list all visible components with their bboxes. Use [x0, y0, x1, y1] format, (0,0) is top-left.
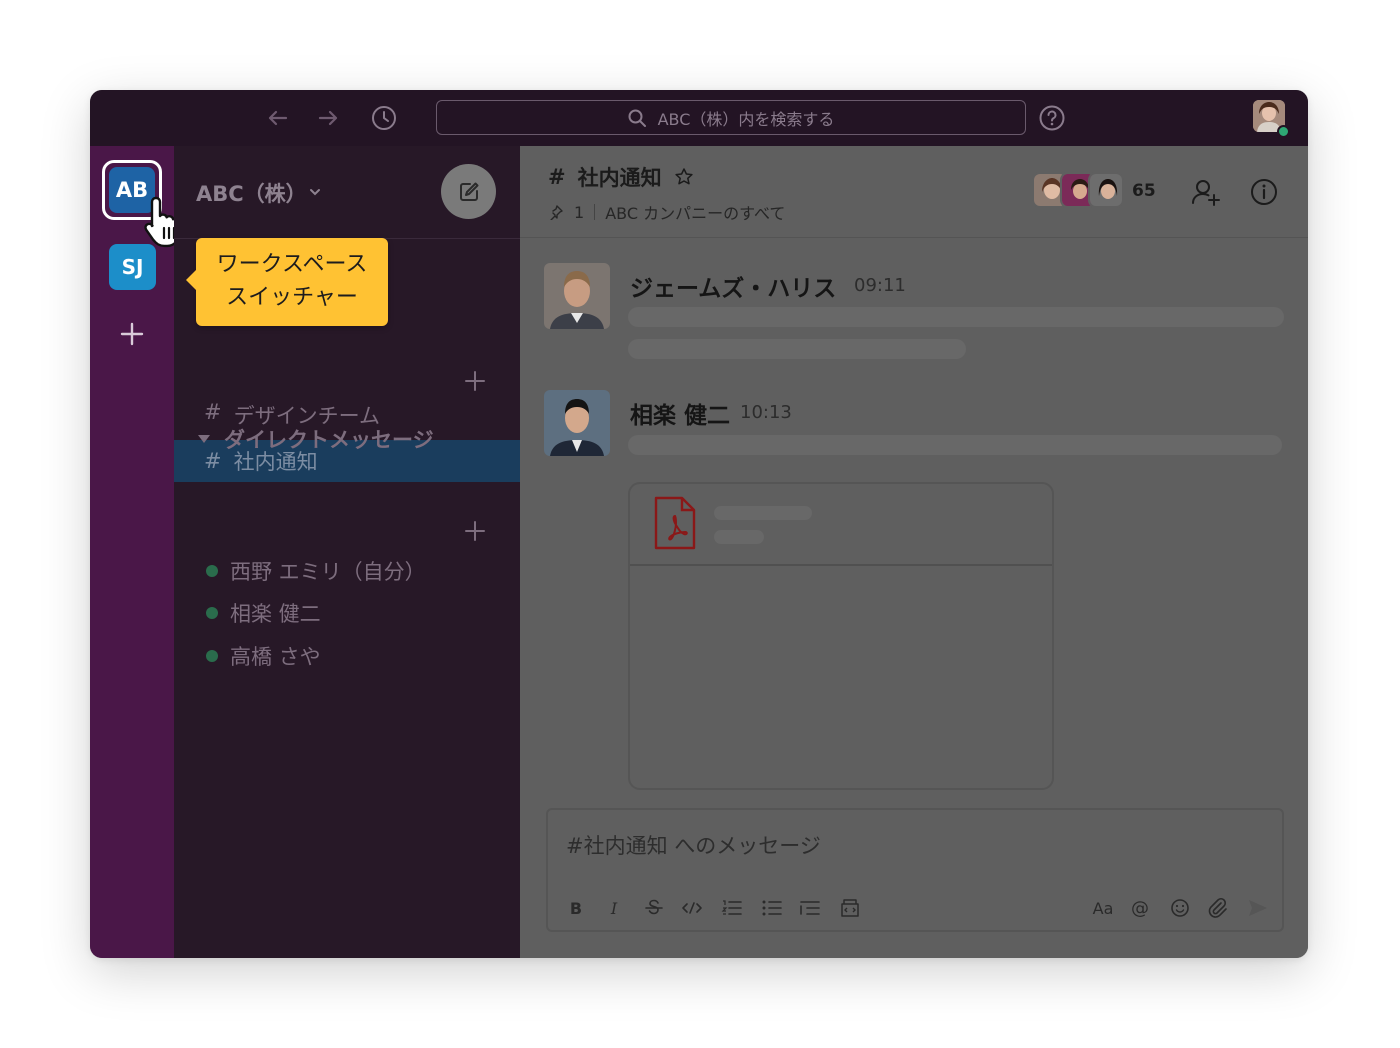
dm-item-takahashi[interactable]: 高橋 さや — [174, 636, 520, 676]
presence-indicator — [1277, 125, 1290, 138]
hash-icon: # — [204, 400, 222, 424]
channel-name: 社内通知 — [577, 166, 662, 190]
tooltip-line-1: ワークスペース — [216, 252, 368, 277]
arrow-right-icon[interactable] — [314, 104, 342, 132]
bullet-list-icon[interactable] — [758, 894, 786, 922]
add-member-icon[interactable] — [1190, 176, 1222, 208]
indent-icon[interactable] — [796, 894, 824, 922]
hash-icon: # — [548, 165, 566, 189]
slack-window: ABC（株）内を検索する AB SJ ABC（株） # デザインチーム # 社内… — [90, 90, 1308, 958]
online-status-icon — [206, 607, 218, 619]
italic-button[interactable]: I — [600, 894, 628, 922]
message-item: ジェームズ・ハリス 09:11 — [544, 263, 1284, 373]
online-status-icon — [206, 650, 218, 662]
online-status-icon — [206, 565, 218, 577]
message-timestamp[interactable]: 10:13 — [740, 402, 792, 423]
add-channel-icon[interactable] — [464, 370, 486, 392]
workspace-rail: AB SJ — [90, 146, 181, 958]
star-icon[interactable] — [674, 167, 694, 187]
message-input[interactable] — [566, 834, 1166, 858]
channel-header: # 社内通知 1 ABC カンパニーのすべて 65 — [520, 146, 1308, 238]
file-meta-placeholder — [714, 530, 764, 544]
clock-icon[interactable] — [370, 104, 398, 132]
member-avatars[interactable] — [1032, 172, 1124, 210]
message-composer: B I Aa @ — [546, 808, 1284, 932]
triangle-down-icon — [198, 435, 210, 443]
search-placeholder: ABC（株）内を検索する — [657, 109, 835, 129]
dm-label: 相楽 健二 — [230, 602, 321, 626]
workspace-switcher-tooltip: ワークスペース スイッチャー — [186, 238, 388, 326]
bold-button[interactable]: B — [562, 894, 590, 922]
channel-title[interactable]: # 社内通知 — [548, 162, 694, 192]
message-timestamp[interactable]: 09:11 — [854, 275, 906, 296]
compose-icon — [459, 182, 478, 201]
file-card-header — [630, 484, 1052, 566]
channel-description: ABC カンパニーのすべて — [605, 204, 786, 223]
ordered-list-icon[interactable] — [718, 894, 746, 922]
avatar[interactable] — [544, 263, 610, 329]
pinned-count[interactable]: 1 — [574, 203, 584, 222]
arrow-left-icon[interactable] — [264, 104, 292, 132]
code-icon[interactable] — [678, 894, 706, 922]
search-icon — [628, 109, 646, 127]
search-bar[interactable]: ABC（株）内を検索する — [436, 100, 1026, 135]
dm-item-nishino[interactable]: 西野 エミリ（自分） — [174, 551, 520, 591]
pdf-file-icon — [654, 496, 696, 550]
dm-label: 高橋 さや — [230, 645, 321, 669]
code-block-icon[interactable] — [836, 894, 864, 922]
add-workspace-icon[interactable] — [120, 322, 144, 346]
channel-subtitle: 1 ABC カンパニーのすべて — [548, 200, 785, 224]
send-icon[interactable] — [1244, 894, 1272, 922]
strikethrough-icon[interactable] — [640, 894, 668, 922]
chevron-down-icon[interactable] — [308, 185, 322, 199]
member-count[interactable]: 65 — [1132, 181, 1156, 201]
divider — [594, 204, 596, 220]
question-icon[interactable] — [1038, 104, 1066, 132]
mention-button[interactable]: @ — [1126, 894, 1154, 922]
pin-icon[interactable] — [548, 204, 564, 220]
message-text-placeholder — [628, 435, 1282, 455]
message-author[interactable]: ジェームズ・ハリス — [630, 269, 836, 303]
info-icon[interactable] — [1248, 176, 1280, 208]
file-attachment-card[interactable] — [628, 482, 1054, 790]
workspace-name[interactable]: ABC（株） — [196, 178, 307, 208]
file-name-placeholder — [714, 506, 812, 520]
text-size-button[interactable]: Aa — [1086, 894, 1120, 922]
add-dm-icon[interactable] — [464, 520, 486, 542]
dm-section-header[interactable]: ダイレクトメッセージ — [196, 424, 434, 454]
emoji-icon[interactable] — [1166, 894, 1194, 922]
top-bar: ABC（株）内を検索する — [90, 90, 1308, 146]
avatar[interactable] — [544, 390, 610, 456]
dm-header-label: ダイレクトメッセージ — [224, 428, 434, 452]
tooltip-line-2: スイッチャー — [226, 285, 358, 310]
workspace-sj[interactable]: SJ — [109, 244, 156, 290]
message-author[interactable]: 相楽 健二 — [630, 396, 730, 430]
dm-item-sagara[interactable]: 相楽 健二 — [174, 593, 520, 633]
compose-button[interactable] — [441, 164, 496, 219]
attachment-icon[interactable] — [1204, 894, 1232, 922]
message-text-placeholder — [628, 307, 1284, 327]
message-text-placeholder — [628, 339, 966, 359]
member-avatar — [1088, 172, 1124, 208]
dm-label: 西野 エミリ（自分） — [230, 560, 426, 584]
channel-main: # 社内通知 1 ABC カンパニーのすべて 65 ジェームズ・ハリス 09:1… — [520, 146, 1308, 958]
